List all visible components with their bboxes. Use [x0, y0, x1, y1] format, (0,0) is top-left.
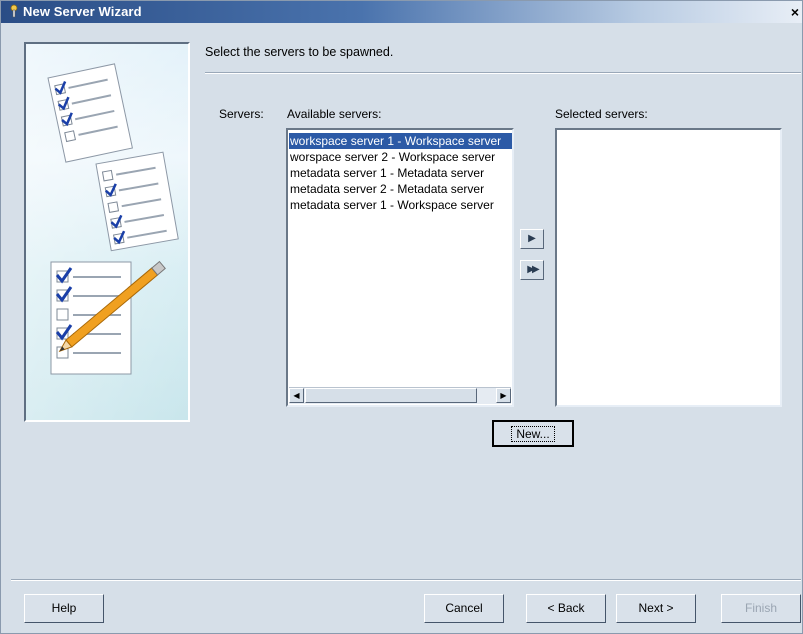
- list-item[interactable]: metadata server 2 - Metadata server: [289, 181, 512, 197]
- selected-servers-label: Selected servers:: [555, 107, 648, 121]
- list-item[interactable]: worspace server 2 - Workspace server: [289, 149, 512, 165]
- back-button[interactable]: < Back: [526, 594, 606, 623]
- new-button-label: New...: [511, 426, 555, 442]
- close-icon[interactable]: ×: [788, 4, 802, 20]
- document-icon: [95, 151, 179, 252]
- list-item[interactable]: workspace server 1 - Workspace server: [289, 133, 512, 149]
- finish-button[interactable]: Finish: [721, 594, 801, 623]
- servers-label: Servers:: [219, 107, 264, 121]
- window-title: New Server Wizard: [23, 4, 142, 19]
- checklist-illustration: [26, 44, 188, 420]
- list-item[interactable]: metadata server 1 - Workspace server: [289, 197, 512, 213]
- horizontal-scrollbar[interactable]: ◀ ▶: [289, 387, 511, 404]
- title-bar: New Server Wizard ×: [1, 1, 802, 23]
- selected-servers-list[interactable]: [555, 128, 782, 407]
- help-button[interactable]: Help: [24, 594, 104, 623]
- available-servers-list[interactable]: workspace server 1 - Workspace server wo…: [286, 128, 514, 407]
- wizard-window: New Server Wizard × Select the servers t…: [0, 0, 803, 634]
- next-button[interactable]: Next >: [616, 594, 696, 623]
- scroll-left-icon[interactable]: ◀: [289, 388, 304, 403]
- add-all-button[interactable]: ▶▶: [520, 260, 544, 280]
- footer-divider: [11, 579, 801, 581]
- scroll-thumb[interactable]: [305, 388, 477, 403]
- header-divider: [205, 72, 801, 74]
- wizard-illustration: [24, 42, 190, 422]
- document-icon: [50, 261, 132, 375]
- available-servers-label: Available servers:: [287, 107, 382, 121]
- list-item[interactable]: metadata server 1 - Metadata server: [289, 165, 512, 181]
- wizard-icon: [10, 4, 18, 18]
- new-button[interactable]: New...: [492, 420, 574, 447]
- add-button[interactable]: ▶: [520, 229, 544, 249]
- page-instruction: Select the servers to be spawned.: [205, 45, 394, 59]
- scroll-right-icon[interactable]: ▶: [496, 388, 511, 403]
- cancel-button[interactable]: Cancel: [424, 594, 504, 623]
